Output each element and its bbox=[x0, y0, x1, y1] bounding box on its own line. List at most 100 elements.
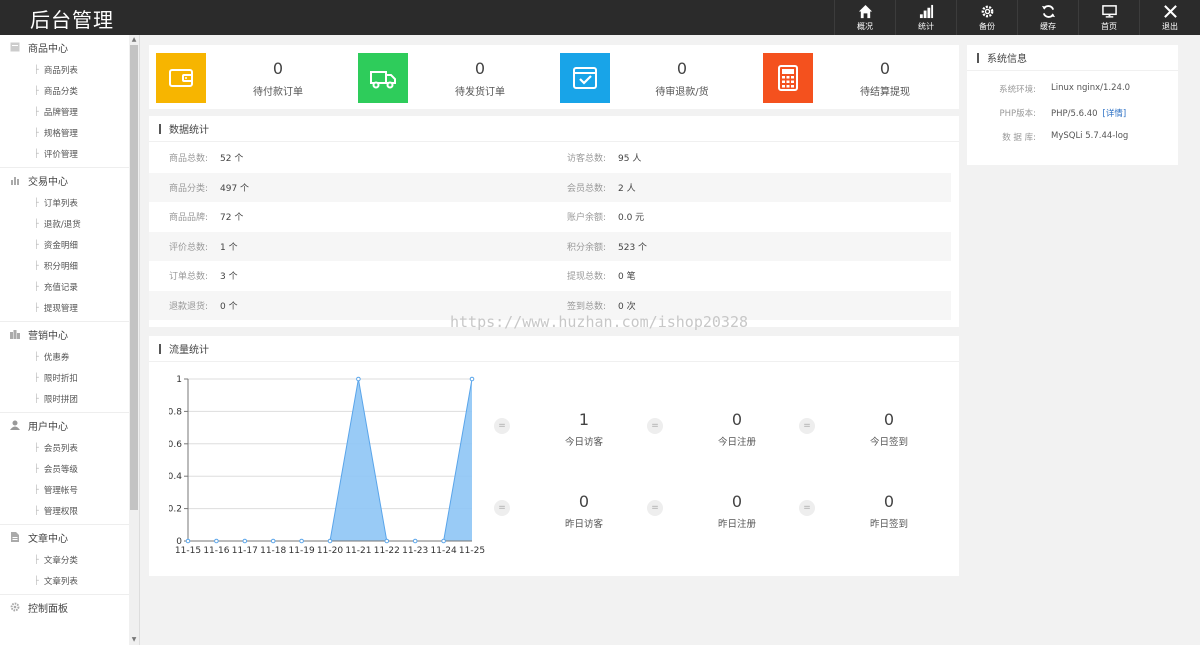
settings-icon bbox=[10, 602, 20, 612]
sidebar-group-user: 用户中心 ├ 会员列表 ├ 会员等级 ├ 管理帐号 ├ 管理权限 bbox=[0, 413, 139, 525]
sidebar-item[interactable]: ├ 文章列表 bbox=[0, 570, 139, 591]
nav-backup-button[interactable]: 备份 bbox=[956, 0, 1017, 35]
stat-value: 0 bbox=[676, 59, 688, 78]
stat-box-pending-refund[interactable] bbox=[560, 53, 610, 103]
traffic-stat: = 0 昨日签到 bbox=[799, 492, 949, 542]
sidebar-item[interactable]: ├ 资金明细 bbox=[0, 234, 139, 255]
nav-overview-button[interactable]: 概况 bbox=[834, 0, 895, 35]
stat-label: 积分余额: bbox=[567, 242, 607, 253]
sidebar-group-head[interactable]: 交易中心 bbox=[0, 168, 139, 192]
watermark: https://www.huzhan.com/ishop20328 bbox=[450, 313, 749, 331]
system-label: 系统环境: bbox=[999, 85, 1036, 95]
system-value-text: MySQLi 5.7.44-log bbox=[1051, 131, 1129, 141]
stat-value: 0 次 bbox=[618, 301, 636, 312]
traffic-stat-label: 今日注册 bbox=[717, 437, 756, 448]
y-tick-label: 1 bbox=[176, 375, 182, 385]
tick-icon: ├ bbox=[34, 506, 39, 515]
sidebar-item[interactable]: ├ 会员列表 bbox=[0, 437, 139, 458]
sidebar-item-label: 评价管理 bbox=[43, 149, 78, 160]
traffic-stats-panel: 流量统计 0 0.2 0.4 0.6 0.8 1 11-15 11-16 11-17 11-18 1… bbox=[149, 336, 959, 576]
nav-logout-button[interactable]: 退出 bbox=[1139, 0, 1200, 35]
sidebar-item[interactable]: ├ 订单列表 bbox=[0, 192, 139, 213]
x-tick-label: 11-20 bbox=[317, 546, 343, 556]
system-value: MySQLi 5.7.44-log bbox=[1051, 131, 1128, 141]
order-stats-panel: 0 待付款订单 0 待发货订单 0 待审退款/货 0 待结算提现 bbox=[149, 45, 959, 109]
stat-value: 0 个 bbox=[220, 301, 238, 312]
sidebar-item[interactable]: ├ 会员等级 bbox=[0, 458, 139, 479]
sidebar-group-head[interactable]: 控制面板 bbox=[0, 595, 139, 619]
sidebar-group-head[interactable]: 商品中心 bbox=[0, 35, 139, 59]
traffic-stat-label: 今日签到 bbox=[869, 437, 908, 448]
stat-value: 0 bbox=[474, 59, 486, 78]
tick-icon: ├ bbox=[34, 128, 39, 137]
traffic-stat-value: 1 bbox=[578, 410, 590, 429]
y-tick-label: 0.8 bbox=[169, 407, 182, 417]
stat-box-pending-withdrawal[interactable] bbox=[763, 53, 813, 103]
sidebar-item-label: 会员等级 bbox=[43, 464, 78, 475]
tick-icon: ├ bbox=[34, 86, 39, 95]
sidebar-item[interactable]: ├ 积分明细 bbox=[0, 255, 139, 276]
sidebar-item[interactable]: ├ 优惠券 bbox=[0, 346, 139, 367]
sidebar-item[interactable]: ├ 限时拼团 bbox=[0, 388, 139, 409]
data-stat-row: 评价总数: 1 个 积分余额: 523 个 bbox=[149, 231, 951, 261]
system-value: PHP/5.6.40 [详情] bbox=[1051, 107, 1126, 119]
sidebar-item-label: 退款/退货 bbox=[43, 219, 81, 230]
traffic-stat-label: 昨日访客 bbox=[564, 519, 603, 530]
sidebar-group-head[interactable]: 营销中心 bbox=[0, 322, 139, 346]
refresh-icon bbox=[1041, 5, 1055, 18]
sidebar-item[interactable]: ├ 文章分类 bbox=[0, 549, 139, 570]
x-tick-label: 11-22 bbox=[374, 546, 400, 556]
scroll-down-icon[interactable]: ▼ bbox=[130, 636, 138, 644]
sidebar-item[interactable]: ├ 退款/退货 bbox=[0, 213, 139, 234]
sidebar-group-title: 控制面板 bbox=[28, 603, 68, 615]
sidebar-item-label: 文章分类 bbox=[43, 555, 78, 566]
sidebar-group-head[interactable]: 用户中心 bbox=[0, 413, 139, 437]
stat-label: 退款退货: bbox=[169, 301, 209, 312]
equals-icon: = bbox=[494, 418, 510, 434]
sidebar-item[interactable]: ├ 管理权限 bbox=[0, 500, 139, 521]
y-tick-label: 0.2 bbox=[169, 505, 182, 515]
data-point bbox=[412, 538, 418, 544]
wallet-icon bbox=[169, 69, 193, 87]
stat-box-pending-payment[interactable] bbox=[156, 53, 206, 103]
nav-cache-button[interactable]: 缓存 bbox=[1017, 0, 1078, 35]
data-point bbox=[469, 376, 475, 382]
data-point bbox=[356, 376, 361, 382]
data-stat-row: 商品总数: 52 个 访客总数: 95 人 bbox=[149, 143, 951, 173]
scroll-up-icon[interactable]: ▲ bbox=[130, 36, 138, 44]
data-point bbox=[270, 538, 276, 544]
sidebar-group-article: 文章中心 ├ 文章分类 ├ 文章列表 bbox=[0, 525, 139, 595]
data-point bbox=[384, 538, 390, 544]
nav-cache-label: 缓存 bbox=[1040, 22, 1056, 31]
sidebar-group-head[interactable]: 文章中心 bbox=[0, 525, 139, 549]
tick-icon: ├ bbox=[34, 261, 39, 270]
nav-home-button[interactable]: 首页 bbox=[1078, 0, 1139, 35]
scrollbar-thumb[interactable] bbox=[130, 45, 138, 510]
sidebar-scrollbar[interactable]: ▲ ▼ bbox=[129, 35, 139, 645]
sidebar-item[interactable]: ├ 评价管理 bbox=[0, 143, 139, 164]
sidebar-item[interactable]: ├ 提现管理 bbox=[0, 297, 139, 318]
sidebar-item-label: 提现管理 bbox=[43, 303, 78, 314]
tick-icon: ├ bbox=[34, 65, 39, 74]
stat-value: 0 笔 bbox=[618, 272, 636, 283]
data-stat-row: 订单总数: 3 个 提现总数: 0 笔 bbox=[149, 261, 951, 291]
sidebar-item-label: 限时折扣 bbox=[43, 373, 78, 384]
nav-logout-label: 退出 bbox=[1162, 22, 1178, 31]
nav-stats-button[interactable]: 统计 bbox=[895, 0, 956, 35]
sidebar-item[interactable]: ├ 充值记录 bbox=[0, 276, 139, 297]
bar-chart-icon bbox=[919, 4, 933, 19]
sidebar-item[interactable]: ├ 商品分类 bbox=[0, 80, 139, 101]
sidebar-item[interactable]: ├ 限时折扣 bbox=[0, 367, 139, 388]
calculator-icon bbox=[778, 65, 798, 91]
sidebar-item[interactable]: ├ 商品列表 bbox=[0, 59, 139, 80]
stat-label: 待发货订单 bbox=[455, 87, 505, 98]
sidebar-item[interactable]: ├ 品牌管理 bbox=[0, 101, 139, 122]
stat-box-pending-shipment[interactable] bbox=[358, 53, 408, 103]
sidebar-item[interactable]: ├ 规格管理 bbox=[0, 122, 139, 143]
traffic-stat-value: 0 bbox=[731, 492, 743, 511]
php-details-link[interactable]: [详情] bbox=[1103, 109, 1127, 119]
system-label: PHP版本: bbox=[999, 109, 1036, 119]
sidebar-item[interactable]: ├ 管理帐号 bbox=[0, 479, 139, 500]
title-bar bbox=[977, 52, 979, 63]
top-nav: 概况 统计 备份 缓存 首页 退出 bbox=[834, 0, 1200, 35]
